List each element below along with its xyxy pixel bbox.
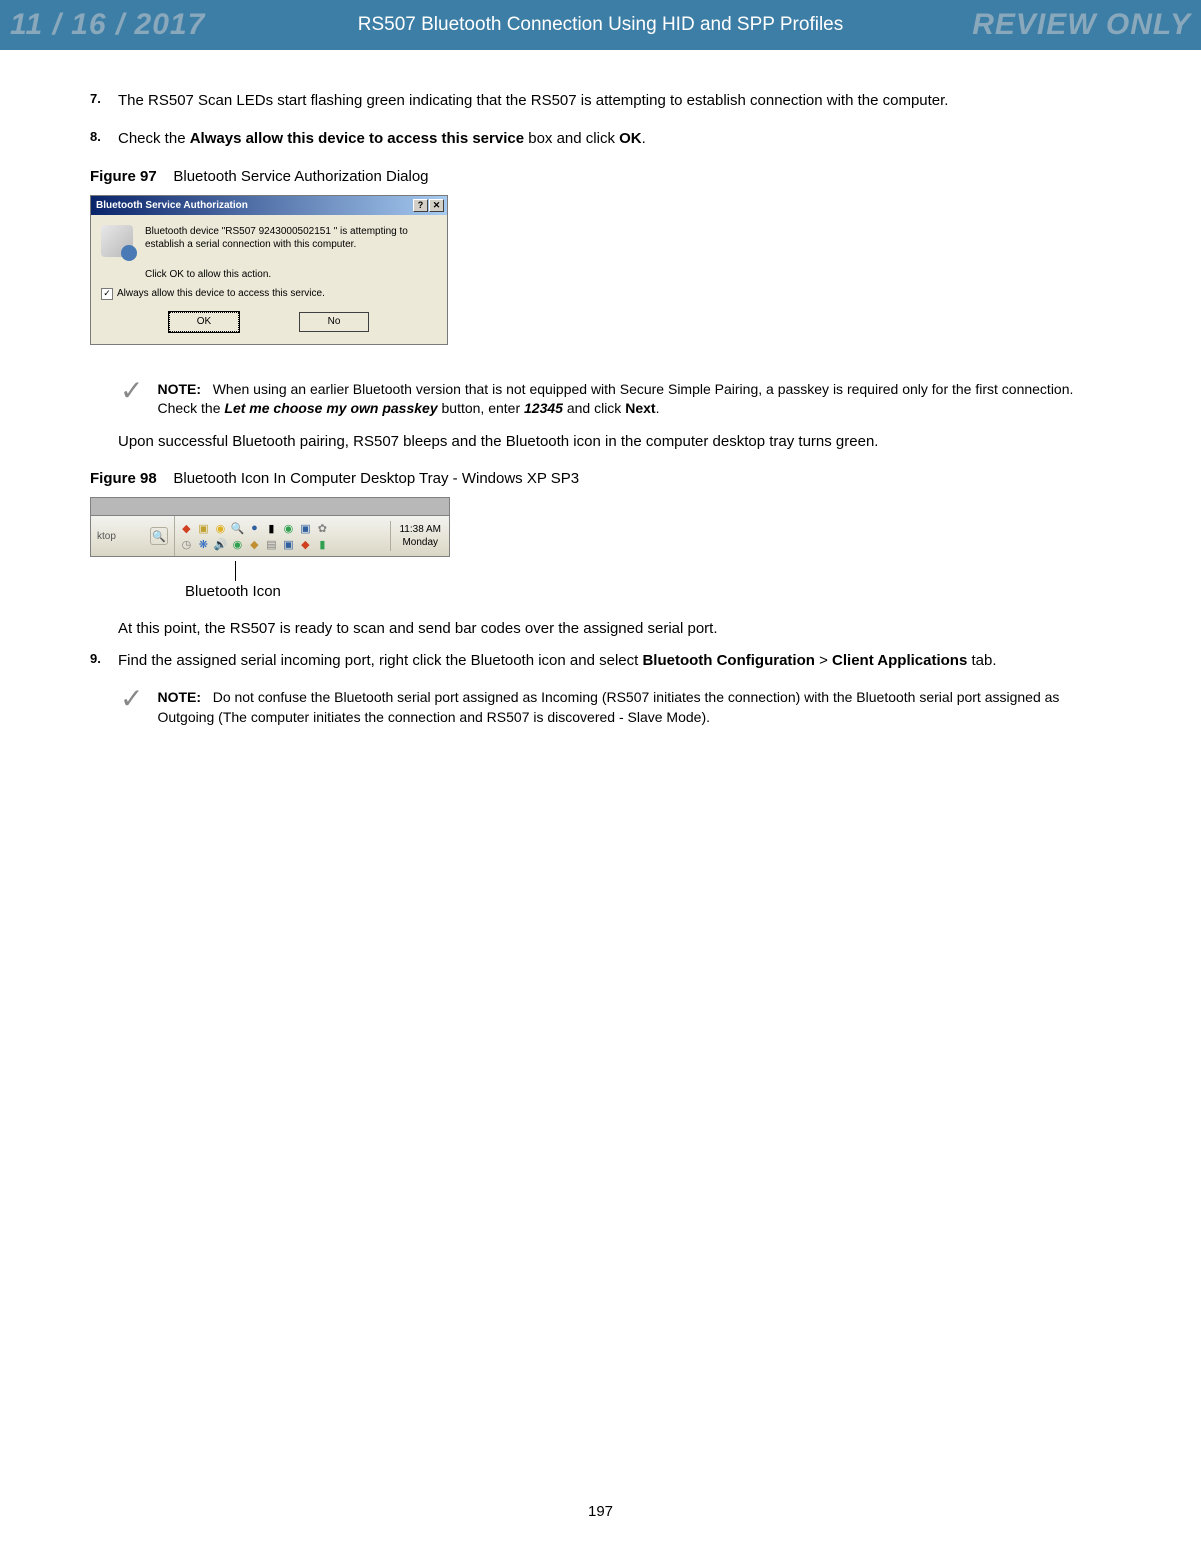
- clock-area: 11:38 AM Monday: [390, 521, 449, 551]
- bold-text: Next: [625, 400, 655, 416]
- watermark-date: 11 / 16 / 2017: [10, 8, 205, 42]
- text: Check the: [118, 130, 190, 147]
- note-text: NOTE: When using an earlier Bluetooth ve…: [157, 380, 1111, 419]
- figure-caption: Bluetooth Service Authorization Dialog: [173, 168, 428, 185]
- page-number: 197: [0, 1503, 1201, 1520]
- tray-icon[interactable]: ▮: [315, 537, 330, 552]
- always-allow-row: ✓ Always allow this device to access thi…: [101, 288, 437, 300]
- page-title: RS507 Bluetooth Connection Using HID and…: [358, 14, 843, 36]
- note-text: NOTE: Do not confuse the Bluetooth seria…: [157, 688, 1111, 727]
- bluetooth-icon-caption: Bluetooth Icon: [185, 583, 1111, 600]
- taskbar: ktop 🔍 ◆ ▣ ◉ 🔍 ● ▮ ◉ ▣ ✿ ◷ ❋: [90, 515, 450, 557]
- day-text: Monday: [399, 536, 441, 549]
- figure-number: Figure 98: [90, 470, 157, 487]
- page-content: 7. The RS507 Scan LEDs start flashing gr…: [0, 50, 1201, 727]
- bold-text: Always allow this device to access this …: [190, 130, 524, 147]
- step-text: The RS507 Scan LEDs start flashing green…: [118, 90, 1111, 112]
- step-8: 8. Check the Always allow this device to…: [90, 128, 1111, 150]
- dialog-instruction: Click OK to allow this action.: [145, 269, 437, 280]
- dialog-message: Bluetooth device "RS507 9243000502151 " …: [145, 225, 437, 257]
- callout-line: [235, 561, 236, 581]
- note-2: ✓ NOTE: Do not confuse the Bluetooth ser…: [120, 688, 1111, 727]
- tray-icon[interactable]: ◉: [213, 521, 228, 536]
- figure-98-label: Figure 98 Bluetooth Icon In Computer Des…: [90, 470, 1111, 487]
- tray-icon[interactable]: ▮: [264, 521, 279, 536]
- step-text: Check the Always allow this device to ac…: [118, 128, 1111, 150]
- time-text: 11:38 AM: [399, 523, 441, 536]
- figure-caption: Bluetooth Icon In Computer Desktop Tray …: [173, 470, 579, 487]
- tray-icon[interactable]: ▣: [281, 537, 296, 552]
- tray-icon[interactable]: ◆: [298, 537, 313, 552]
- italic-bold-text: Let me choose my own passkey: [224, 400, 437, 416]
- desktop-tray-figure: ktop 🔍 ◆ ▣ ◉ 🔍 ● ▮ ◉ ▣ ✿ ◷ ❋: [90, 497, 450, 557]
- tray-icon[interactable]: ◷: [179, 537, 194, 552]
- checkmark-icon: ✓: [120, 380, 143, 419]
- step-7: 7. The RS507 Scan LEDs start flashing gr…: [90, 90, 1111, 112]
- dialog-button-row: OK No: [101, 308, 437, 334]
- always-allow-checkbox[interactable]: ✓: [101, 288, 113, 300]
- titlebar-buttons: ? ✕: [413, 199, 444, 212]
- text: .: [656, 400, 660, 416]
- text: box and click: [524, 130, 619, 147]
- step-text: Find the assigned serial incoming port, …: [118, 650, 1111, 672]
- checkbox-label: Always allow this device to access this …: [117, 288, 325, 299]
- paragraph-pairing-success: Upon successful Bluetooth pairing, RS507…: [118, 431, 1111, 453]
- tray-icon[interactable]: ✿: [315, 521, 330, 536]
- no-button[interactable]: No: [299, 312, 369, 332]
- step-number: 9.: [90, 650, 118, 672]
- desktop-label: ktop: [97, 531, 120, 542]
- system-tray-icons: ◆ ▣ ◉ 🔍 ● ▮ ◉ ▣ ✿ ◷ ❋ 🔊 ◉ ◆ ▤: [175, 519, 391, 554]
- text: Find the assigned serial incoming port, …: [118, 652, 642, 669]
- tray-icon[interactable]: ◉: [281, 521, 296, 536]
- tray-row-1: ◆ ▣ ◉ 🔍 ● ▮ ◉ ▣ ✿: [179, 521, 387, 536]
- watermark-review: REVIEW ONLY: [972, 8, 1191, 42]
- header-bar: 11 / 16 / 2017 RS507 Bluetooth Connectio…: [0, 0, 1201, 50]
- text: >: [815, 652, 832, 669]
- ok-button[interactable]: OK: [169, 312, 239, 332]
- note-label: NOTE:: [157, 381, 201, 397]
- step-9: 9. Find the assigned serial incoming por…: [90, 650, 1111, 672]
- help-button[interactable]: ?: [413, 199, 428, 212]
- bluetooth-auth-dialog: Bluetooth Service Authorization ? ✕ Blue…: [90, 195, 448, 345]
- tray-icon[interactable]: 🔊: [213, 537, 228, 552]
- figure-number: Figure 97: [90, 168, 157, 185]
- tray-icon[interactable]: ◉: [230, 537, 245, 552]
- tray-top-bar: [90, 497, 450, 515]
- bold-text: Client Applications: [832, 652, 967, 669]
- tray-icon[interactable]: 🔍: [230, 521, 245, 536]
- tray-icon[interactable]: ▣: [298, 521, 313, 536]
- search-icon[interactable]: 🔍: [150, 527, 168, 545]
- tray-icon[interactable]: ▣: [196, 521, 211, 536]
- dialog-title-text: Bluetooth Service Authorization: [96, 200, 248, 211]
- figure-97-label: Figure 97 Bluetooth Service Authorizatio…: [90, 168, 1111, 185]
- tray-row-2: ◷ ❋ 🔊 ◉ ◆ ▤ ▣ ◆ ▮: [179, 537, 387, 552]
- dialog-message-row: Bluetooth device "RS507 9243000502151 " …: [101, 225, 437, 257]
- note-label: NOTE:: [157, 689, 201, 705]
- tray-icon[interactable]: ◆: [179, 521, 194, 536]
- step-number: 7.: [90, 90, 118, 112]
- close-button[interactable]: ✕: [429, 199, 444, 212]
- bluetooth-icon[interactable]: ❋: [196, 537, 211, 552]
- dialog-titlebar: Bluetooth Service Authorization ? ✕: [91, 196, 447, 215]
- bluetooth-device-icon: [101, 225, 133, 257]
- bold-text: OK: [619, 130, 642, 147]
- text: and click: [563, 400, 625, 416]
- text: Do not confuse the Bluetooth serial port…: [157, 689, 1059, 725]
- dialog-body: Bluetooth device "RS507 9243000502151 " …: [91, 215, 447, 344]
- bold-text: Bluetooth Configuration: [642, 652, 814, 669]
- note-1: ✓ NOTE: When using an earlier Bluetooth …: [120, 380, 1111, 419]
- taskbar-left: ktop 🔍: [91, 516, 175, 556]
- step-number: 8.: [90, 128, 118, 150]
- tray-icon[interactable]: ◆: [247, 537, 262, 552]
- tray-icon[interactable]: ▤: [264, 537, 279, 552]
- tray-icon[interactable]: ●: [247, 521, 262, 536]
- italic-bold-text: 12345: [524, 400, 563, 416]
- text: button, enter: [438, 400, 524, 416]
- text: tab.: [967, 652, 996, 669]
- paragraph-ready-scan: At this point, the RS507 is ready to sca…: [118, 618, 1111, 640]
- text: .: [642, 130, 646, 147]
- checkmark-icon: ✓: [120, 688, 143, 727]
